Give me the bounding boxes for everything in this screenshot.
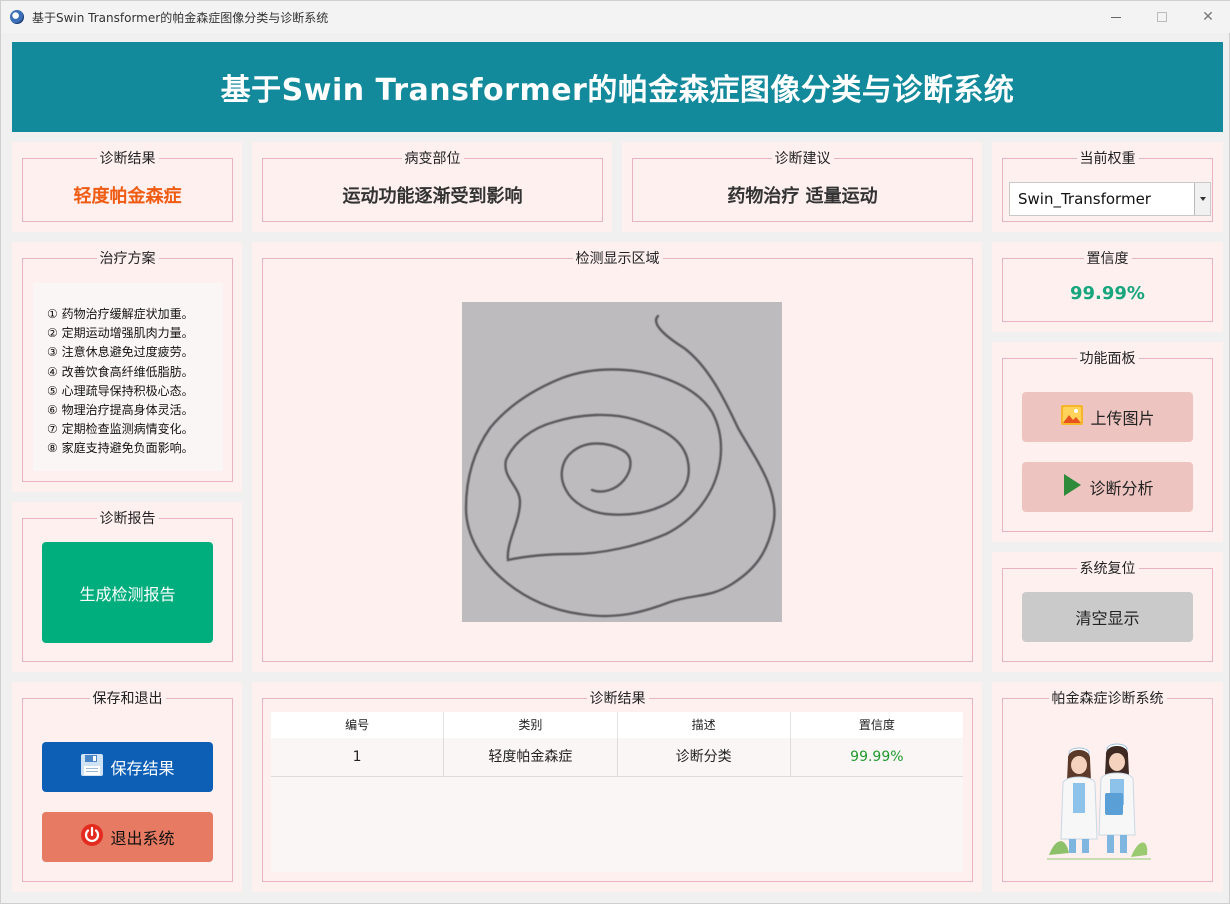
app-icon (10, 10, 24, 24)
advice-value: 药物治疗 适量运动 (727, 186, 878, 207)
column-header[interactable]: 置信度 (791, 712, 963, 738)
app-window: 基于Swin Transformer的帕金森症图像分类与诊断系统 ✕ 基于Swi… (0, 0, 1230, 904)
list-item: ⑤ 心理疏导保持积极心态。 (47, 383, 194, 398)
diagnose-analyze-button[interactable]: 诊断分析 (1022, 462, 1193, 512)
list-item: ⑦ 定期检查监测病情变化。 (47, 422, 194, 437)
save-result-button[interactable]: 保存结果 (42, 742, 213, 792)
list-item: ④ 改善饮食高纤维低脂肪。 (47, 364, 194, 379)
result-group: 诊断结果 轻度帕金森症 (22, 151, 233, 222)
floppy-disk-icon (80, 753, 104, 781)
minimize-icon (1111, 16, 1121, 18)
detect-title: 检测显示区域 (572, 251, 663, 267)
play-icon (1061, 473, 1083, 501)
result-title: 诊断结果 (96, 151, 159, 167)
brand-title: 帕金森症诊断系统 (1048, 691, 1167, 707)
list-item: ① 药物治疗缓解症状加重。 (47, 307, 194, 321)
weight-select-value: Swin_Transformer (1018, 190, 1151, 208)
advice-group: 诊断建议 药物治疗 适量运动 (632, 151, 973, 222)
brand-group: 帕金森症诊断系统 (1002, 691, 1213, 882)
generate-report-button[interactable]: 生成检测报告 (42, 542, 213, 643)
reset-panel: 系统复位 清空显示 (992, 552, 1223, 672)
weight-panel: 当前权重 Swin_Transformer (992, 142, 1223, 232)
maximize-button[interactable] (1139, 1, 1185, 33)
results-table-group: 诊断结果 编号 类别 描述 置信度 1 轻度帕金森症 诊断分类 99.99% (262, 691, 973, 882)
table-cell: 诊断分类 (618, 738, 791, 776)
function-group: 功能面板 上传图片 诊断分析 (1002, 351, 1213, 532)
page-title: 基于Swin Transformer的帕金森症图像分类与诊断系统 (220, 73, 1015, 108)
function-panel: 功能面板 上传图片 诊断分析 (992, 342, 1223, 542)
lesion-value: 运动功能逐渐受到影响 (342, 186, 523, 207)
treatment-group: 治疗方案 ① 药物治疗缓解症状加重。 ② 定期运动增强肌肉力量。 ③ 注意休息避… (22, 251, 233, 482)
column-header[interactable]: 描述 (618, 712, 791, 738)
function-title: 功能面板 (1076, 351, 1139, 367)
advice-title: 诊断建议 (771, 151, 834, 167)
reset-group: 系统复位 清空显示 (1002, 561, 1213, 662)
reset-title: 系统复位 (1076, 561, 1139, 577)
diagnose-analyze-label: 诊断分析 (1089, 479, 1154, 498)
weight-title: 当前权重 (1076, 151, 1139, 167)
header-banner: 基于Swin Transformer的帕金森症图像分类与诊断系统 (12, 42, 1223, 132)
table-cell: 轻度帕金森症 (444, 738, 618, 776)
report-group: 诊断报告 生成检测报告 (22, 511, 233, 662)
close-icon: ✕ (1202, 9, 1214, 25)
weight-select[interactable]: Swin_Transformer (1009, 182, 1211, 216)
report-title: 诊断报告 (96, 511, 159, 527)
spiral-icon (464, 314, 776, 618)
confidence-value: 99.99% (1070, 283, 1145, 304)
report-panel: 诊断报告 生成检测报告 (12, 502, 242, 672)
result-value: 轻度帕金森症 (73, 186, 182, 207)
lesion-group: 病变部位 运动功能逐渐受到影响 (262, 151, 603, 222)
minimize-button[interactable] (1093, 1, 1139, 33)
results-table: 编号 类别 描述 置信度 1 轻度帕金森症 诊断分类 99.99% (271, 712, 963, 872)
save-exit-title: 保存和退出 (89, 691, 166, 707)
results-table-title: 诊断结果 (586, 691, 649, 707)
table-cell: 99.99% (850, 749, 904, 765)
nurses-illustration (1047, 735, 1151, 861)
power-icon (80, 823, 104, 851)
table-header: 编号 类别 描述 置信度 (271, 712, 963, 738)
save-exit-group: 保存和退出 保存结果 退出系统 (22, 691, 233, 882)
save-result-label: 保存结果 (110, 759, 175, 778)
list-item: ⑥ 物理治疗提高身体灵活。 (47, 403, 194, 418)
treatment-title: 治疗方案 (96, 251, 159, 267)
column-header[interactable]: 类别 (444, 712, 618, 738)
window-title: 基于Swin Transformer的帕金森症图像分类与诊断系统 (32, 10, 329, 25)
lesion-title: 病变部位 (401, 151, 464, 167)
table-row[interactable]: 1 轻度帕金森症 诊断分类 99.99% (271, 738, 963, 777)
upload-image-button[interactable]: 上传图片 (1022, 392, 1193, 442)
brand-panel: 帕金森症诊断系统 (992, 682, 1223, 892)
results-table-panel: 诊断结果 编号 类别 描述 置信度 1 轻度帕金森症 诊断分类 99.99% (252, 682, 982, 892)
result-panel: 诊断结果 轻度帕金森症 (12, 142, 242, 232)
list-item: ⑧ 家庭支持避免负面影响。 (47, 441, 194, 456)
list-item: ② 定期运动增强肌肉力量。 (47, 326, 194, 341)
advice-panel: 诊断建议 药物治疗 适量运动 (622, 142, 982, 232)
list-item: ③ 注意休息避免过度疲劳。 (47, 345, 194, 360)
treatment-panel: 治疗方案 ① 药物治疗缓解症状加重。 ② 定期运动增强肌肉力量。 ③ 注意休息避… (12, 242, 242, 492)
exit-system-button[interactable]: 退出系统 (42, 812, 213, 862)
spiral-drawing-image (462, 302, 782, 622)
treatment-list: ① 药物治疗缓解症状加重。 ② 定期运动增强肌肉力量。 ③ 注意休息避免过度疲劳… (33, 283, 223, 471)
detect-panel: 检测显示区域 (252, 242, 982, 672)
maximize-icon (1157, 12, 1167, 22)
confidence-title: 置信度 (1083, 251, 1132, 267)
nurses-icon (1047, 743, 1151, 860)
clear-display-button[interactable]: 清空显示 (1022, 592, 1193, 642)
confidence-group: 置信度 99.99% (1002, 251, 1213, 322)
detect-group: 检测显示区域 (262, 251, 973, 662)
title-bar: 基于Swin Transformer的帕金森症图像分类与诊断系统 ✕ (1, 1, 1230, 33)
table-cell: 1 (271, 738, 445, 776)
column-header[interactable]: 编号 (271, 712, 445, 738)
exit-system-label: 退出系统 (110, 829, 175, 848)
upload-image-label: 上传图片 (1090, 409, 1155, 428)
chevron-down-icon[interactable] (1194, 183, 1210, 215)
weight-group: 当前权重 Swin_Transformer (1002, 151, 1213, 222)
image-icon (1060, 404, 1084, 430)
lesion-panel: 病变部位 运动功能逐渐受到影响 (252, 142, 612, 232)
close-button[interactable]: ✕ (1185, 1, 1230, 33)
save-exit-panel: 保存和退出 保存结果 退出系统 (12, 682, 242, 892)
confidence-panel: 置信度 99.99% (992, 242, 1223, 332)
